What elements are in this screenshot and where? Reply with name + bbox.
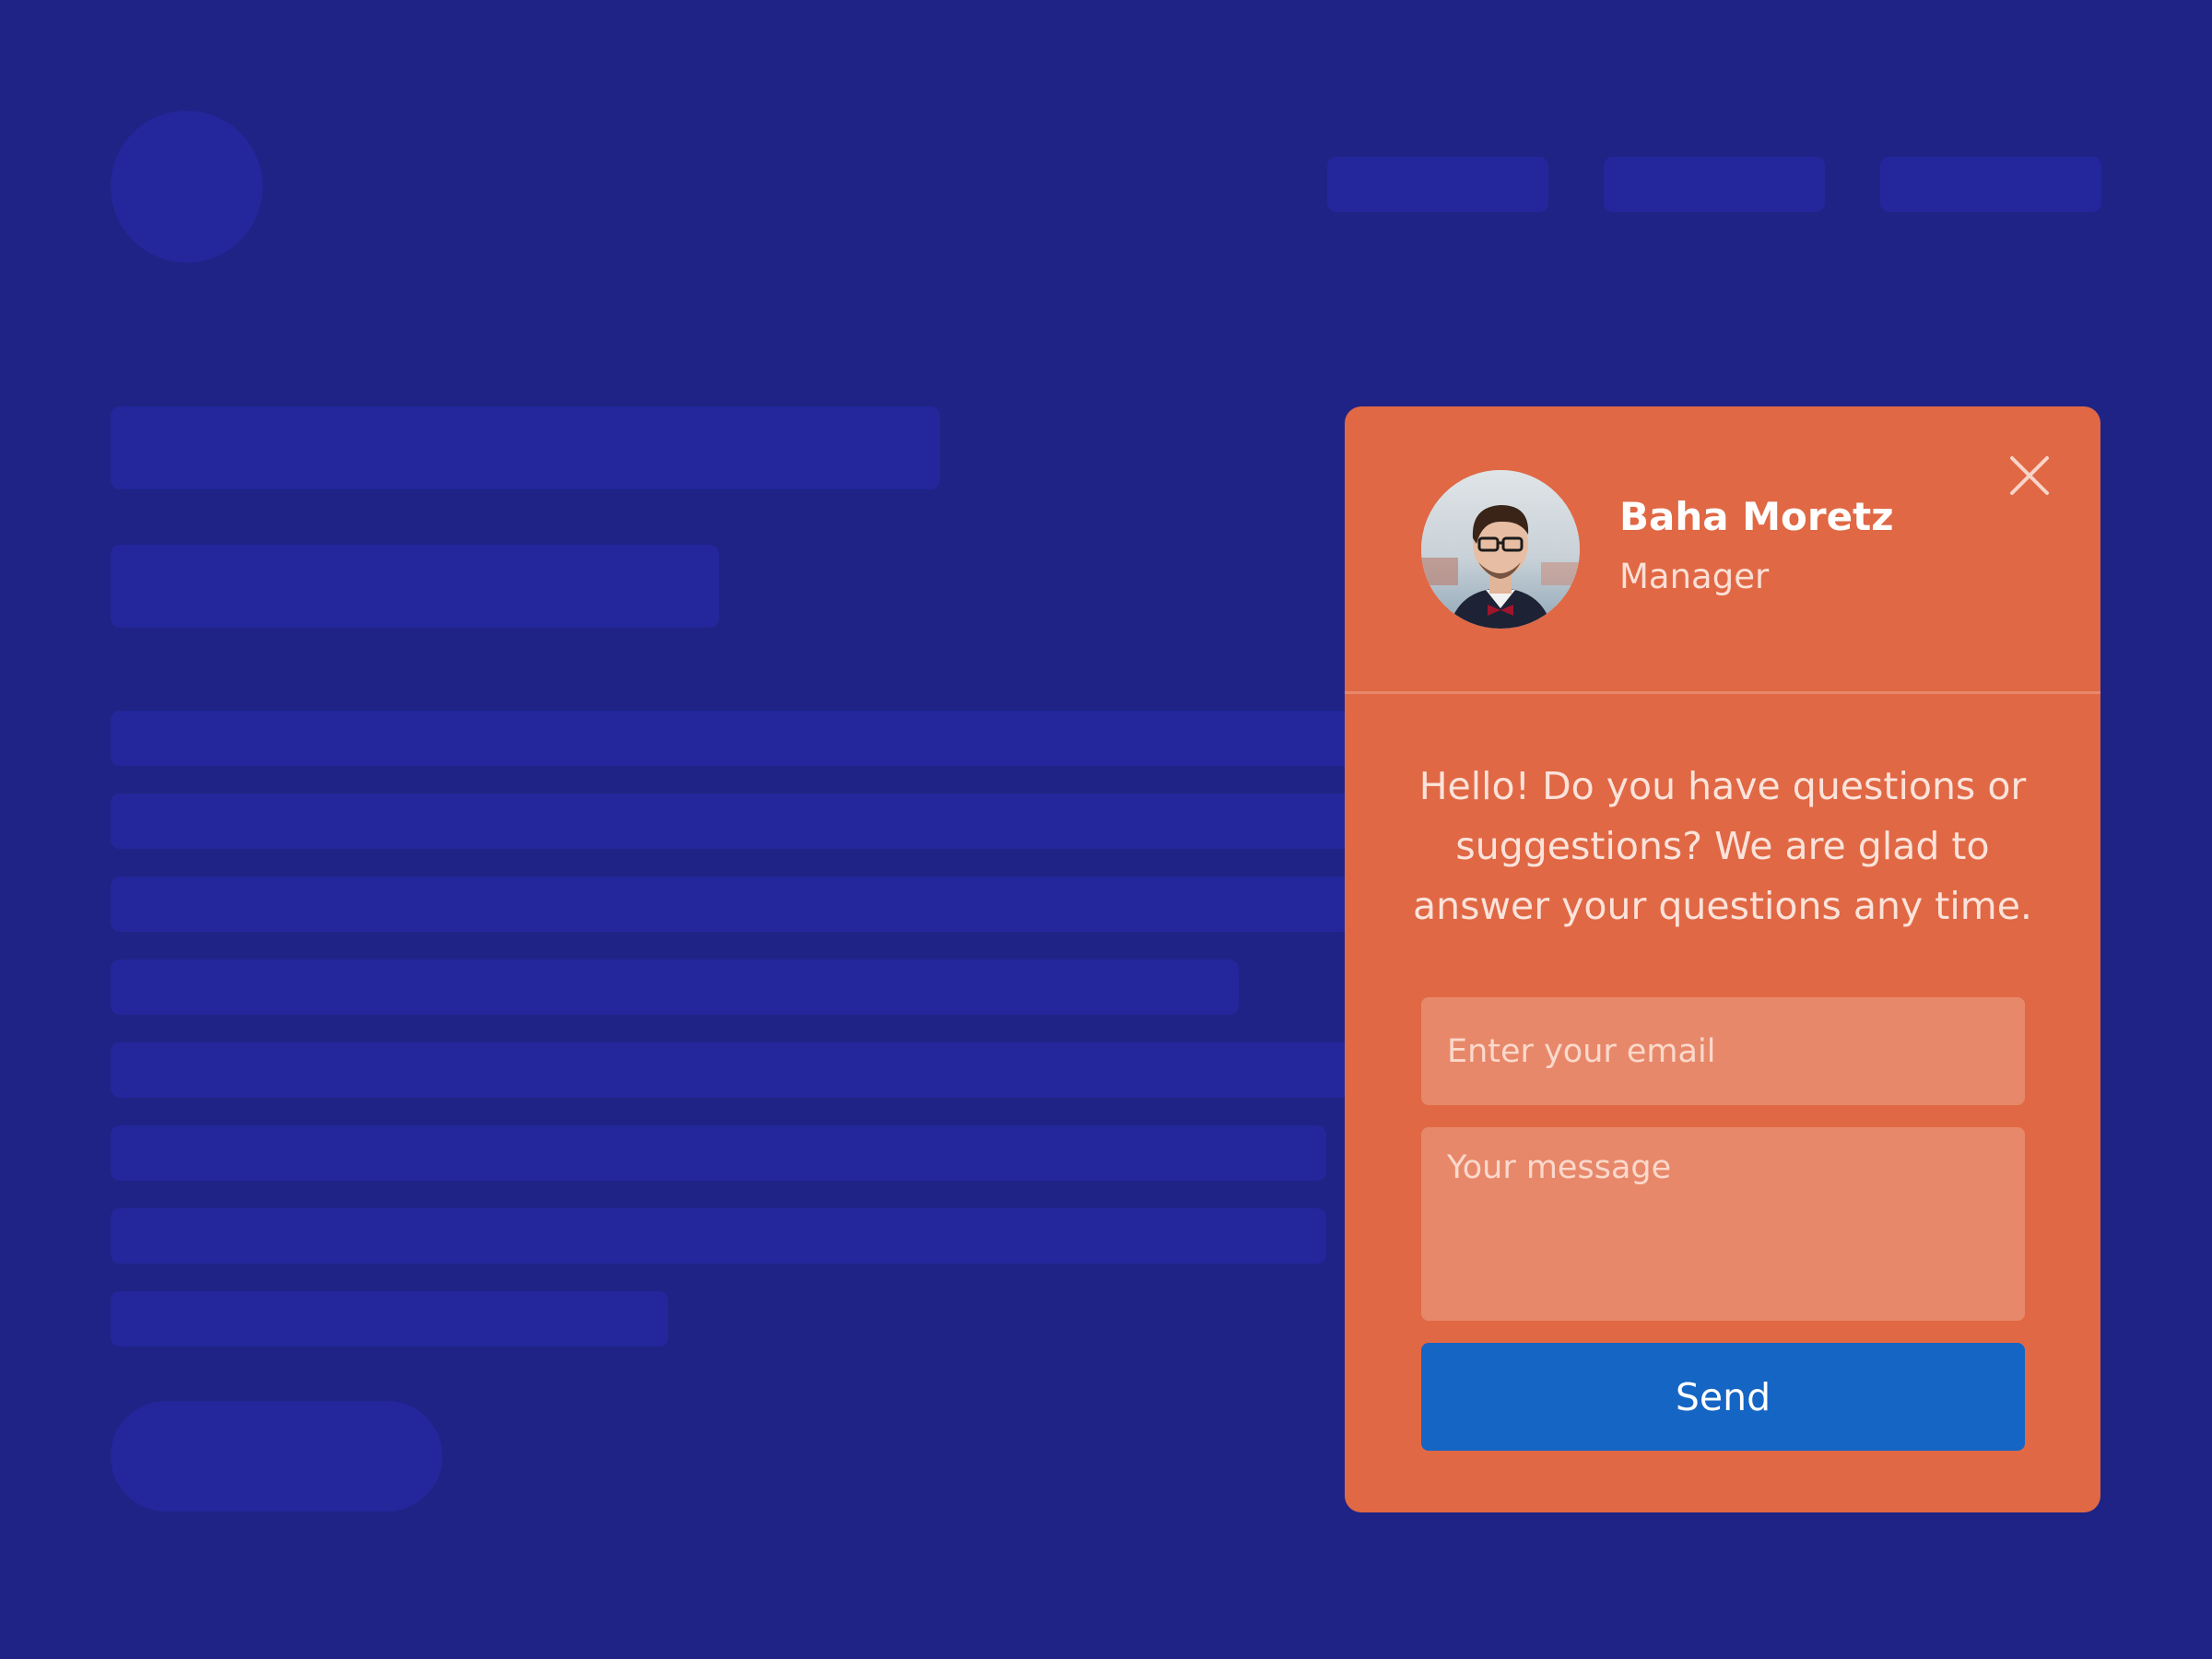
greeting-message: Hello! Do you have questions or suggesti… — [1413, 764, 2032, 928]
nav-item-placeholder — [1327, 157, 1548, 212]
text-line-placeholder — [111, 1291, 668, 1347]
email-field[interactable] — [1421, 997, 2025, 1105]
nav-item-placeholder — [1604, 157, 1825, 212]
chat-widget-header: Baha Moretz Manager — [1345, 406, 2100, 694]
logo-placeholder — [111, 111, 263, 263]
text-line-placeholder — [111, 1042, 1401, 1098]
button-placeholder — [111, 1401, 442, 1512]
text-line-placeholder — [111, 794, 1401, 849]
text-line-placeholder — [111, 1125, 1326, 1181]
user-avatar-photo-icon — [1421, 470, 1580, 629]
close-button[interactable] — [2006, 453, 2053, 499]
agent-role: Manager — [1619, 557, 1770, 596]
message-field[interactable] — [1421, 1127, 2025, 1321]
text-line-placeholder — [111, 1208, 1326, 1264]
text-line-placeholder — [111, 959, 1239, 1015]
subheading-placeholder — [111, 545, 719, 628]
nav-item-placeholder — [1880, 157, 2101, 212]
send-button[interactable]: Send — [1421, 1343, 2025, 1451]
chat-widget: Baha Moretz Manager Hello! Do you have q… — [1345, 406, 2100, 1512]
close-icon — [2010, 456, 2049, 495]
heading-placeholder — [111, 406, 940, 489]
text-line-placeholder — [111, 711, 1401, 766]
agent-name: Baha Moretz — [1619, 494, 1894, 539]
text-line-placeholder — [111, 877, 1401, 932]
agent-avatar — [1421, 470, 1580, 629]
